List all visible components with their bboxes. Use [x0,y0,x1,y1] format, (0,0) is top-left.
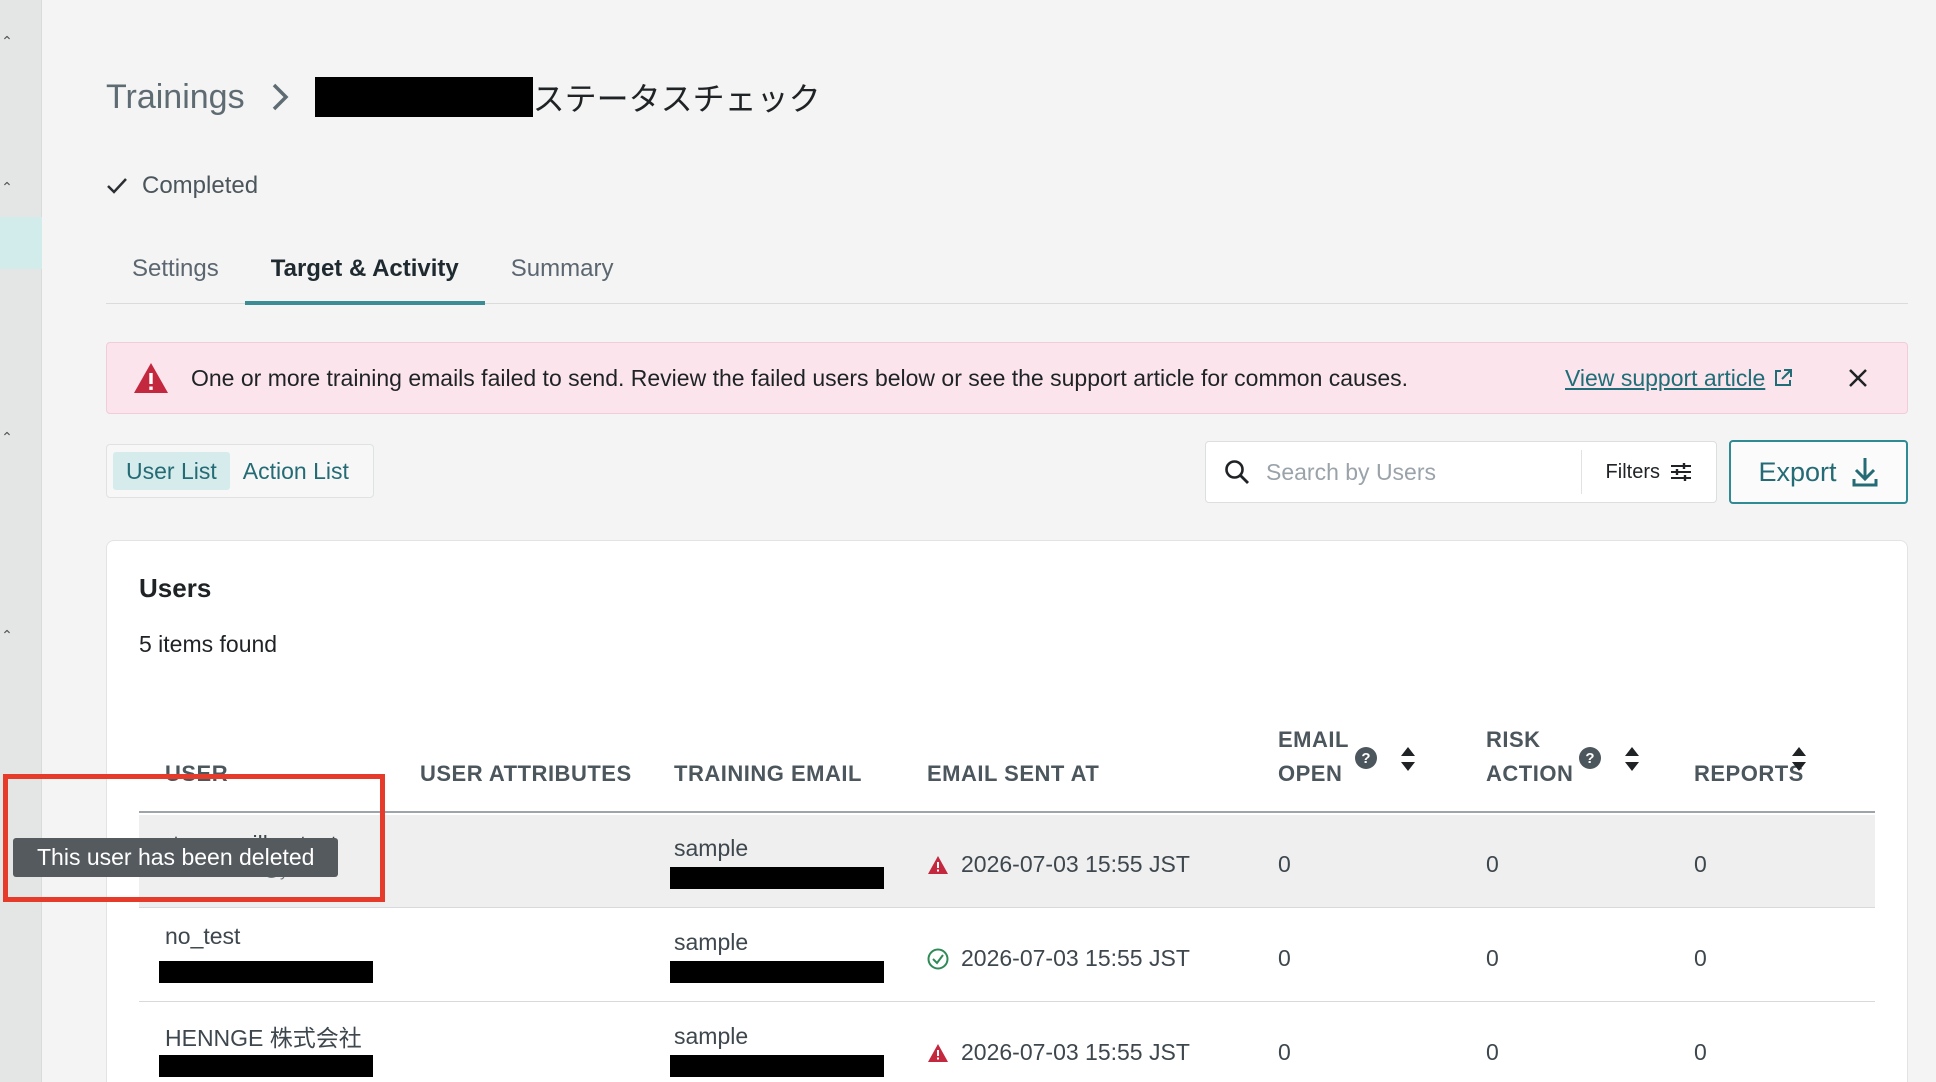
help-icon[interactable]: ? [1354,746,1378,770]
table-row[interactable]: HENNGE 株式会社 sample 2026-07-03 15:55 JST … [139,1003,1875,1082]
close-icon[interactable] [1845,365,1871,391]
search-box: Filters [1205,441,1717,503]
email-sent-at: 2026-07-03 15:55 JST [927,945,1190,972]
download-icon [1852,458,1878,487]
tab-bar: Settings Target & Activity Summary [106,248,1908,305]
user-name[interactable]: no_test [165,923,240,950]
failed-warning-icon [928,1043,948,1062]
view-support-article-link[interactable]: View support article [1565,365,1793,392]
warning-icon [134,363,168,393]
rail-active-item[interactable] [0,217,42,269]
chevron-up-icon[interactable]: ⌃ [0,34,14,48]
training-email: sample [674,1023,749,1049]
check-icon [107,178,127,194]
items-found-count: 5 items found [139,631,278,657]
sent-at-value: 2026-07-03 15:55 JST [961,851,1190,877]
redacted-block [670,961,884,983]
email-open-value: 0 [1278,945,1291,971]
training-email: sample [674,835,749,861]
svg-text:?: ? [1585,750,1594,767]
reports-value: 0 [1694,945,1707,971]
tab-settings[interactable]: Settings [106,248,245,304]
risk-action-value: 0 [1486,945,1499,971]
left-rail: ⌃ ⌃ ⌃ ⌃ [0,0,42,1082]
search-icon [1225,460,1249,484]
breadcrumb-trainings-link[interactable]: Trainings [106,78,245,117]
redacted-block [670,867,884,889]
chevron-right-icon [271,82,289,112]
chevron-up-icon[interactable]: ⌃ [0,628,14,642]
table-row[interactable]: nomailboxtest nomailboxtest@yello... sam… [139,815,1875,908]
chevron-up-icon[interactable]: ⌃ [0,430,14,444]
alert-message: One or more training emails failed to se… [191,364,1409,391]
list-toggle: User List Action List [106,444,374,498]
sent-at-value: 2026-07-03 15:55 JST [961,945,1190,971]
export-button[interactable]: Export [1729,440,1908,504]
failed-send-alert: One or more training emails failed to se… [106,342,1908,414]
breadcrumb: Trainings ステータスチェック [106,74,821,120]
export-label: Export [1758,456,1837,487]
external-link-icon [1775,369,1793,386]
action-list-toggle[interactable]: Action List [230,452,362,490]
col-email-sent-at: EMAIL SENT AT [927,761,1100,786]
table-row[interactable]: no_test sample 2026-07-03 15:55 JST 0 0 … [139,909,1875,1002]
email-sent-at: 2026-07-03 15:55 JST [927,1039,1190,1066]
highlight-box [3,774,385,902]
sort-icon[interactable] [1791,745,1807,773]
sent-at-value: 2026-07-03 15:55 JST [961,1039,1190,1065]
tab-summary[interactable]: Summary [485,248,640,304]
sliders-icon [1671,463,1691,481]
col-user-attributes: USER ATTRIBUTES [420,761,632,786]
col-email-open-line2: OPEN [1278,761,1343,786]
chevron-up-icon[interactable]: ⌃ [0,180,14,194]
col-email-open-line1: EMAIL [1278,727,1349,752]
redacted-block [159,961,373,983]
email-sent-at: 2026-07-03 15:55 JST [927,851,1190,878]
failed-warning-icon [928,855,948,874]
col-reports: REPORTS [1694,761,1804,786]
svg-text:?: ? [1361,750,1370,767]
email-open-value: 0 [1278,1039,1291,1065]
col-risk-action-line2: ACTION [1486,761,1574,786]
email-open-value: 0 [1278,851,1291,877]
risk-action-value: 0 [1486,851,1499,877]
user-name[interactable]: HENNGE 株式会社 [165,1019,362,1053]
alert-link-label: View support article [1565,364,1766,391]
redacted-block [159,1055,373,1077]
status-indicator: Completed [106,172,258,200]
page-title: ステータスチェック [532,80,821,118]
help-icon[interactable]: ? [1578,746,1602,770]
redacted-block [314,77,533,117]
filters-button[interactable]: Filters [1580,450,1716,494]
training-email: sample [674,929,749,955]
tab-target-activity[interactable]: Target & Activity [244,248,485,305]
filters-label: Filters [1605,460,1660,483]
reports-value: 0 [1694,1039,1707,1065]
search-input[interactable] [1266,458,1566,486]
sort-icon[interactable] [1624,745,1640,773]
users-title: Users [139,573,212,603]
reports-value: 0 [1694,851,1707,877]
col-training-email: TRAINING EMAIL [674,761,862,786]
user-list-toggle[interactable]: User List [113,452,230,490]
table-header: USER USER ATTRIBUTES TRAINING EMAIL EMAI… [139,701,1875,813]
redacted-block [670,1055,884,1077]
risk-action-value: 0 [1486,1039,1499,1065]
status-label: Completed [142,172,259,199]
success-check-icon [927,948,949,969]
col-risk-action-line1: RISK [1486,727,1541,752]
sort-icon[interactable] [1400,745,1416,773]
